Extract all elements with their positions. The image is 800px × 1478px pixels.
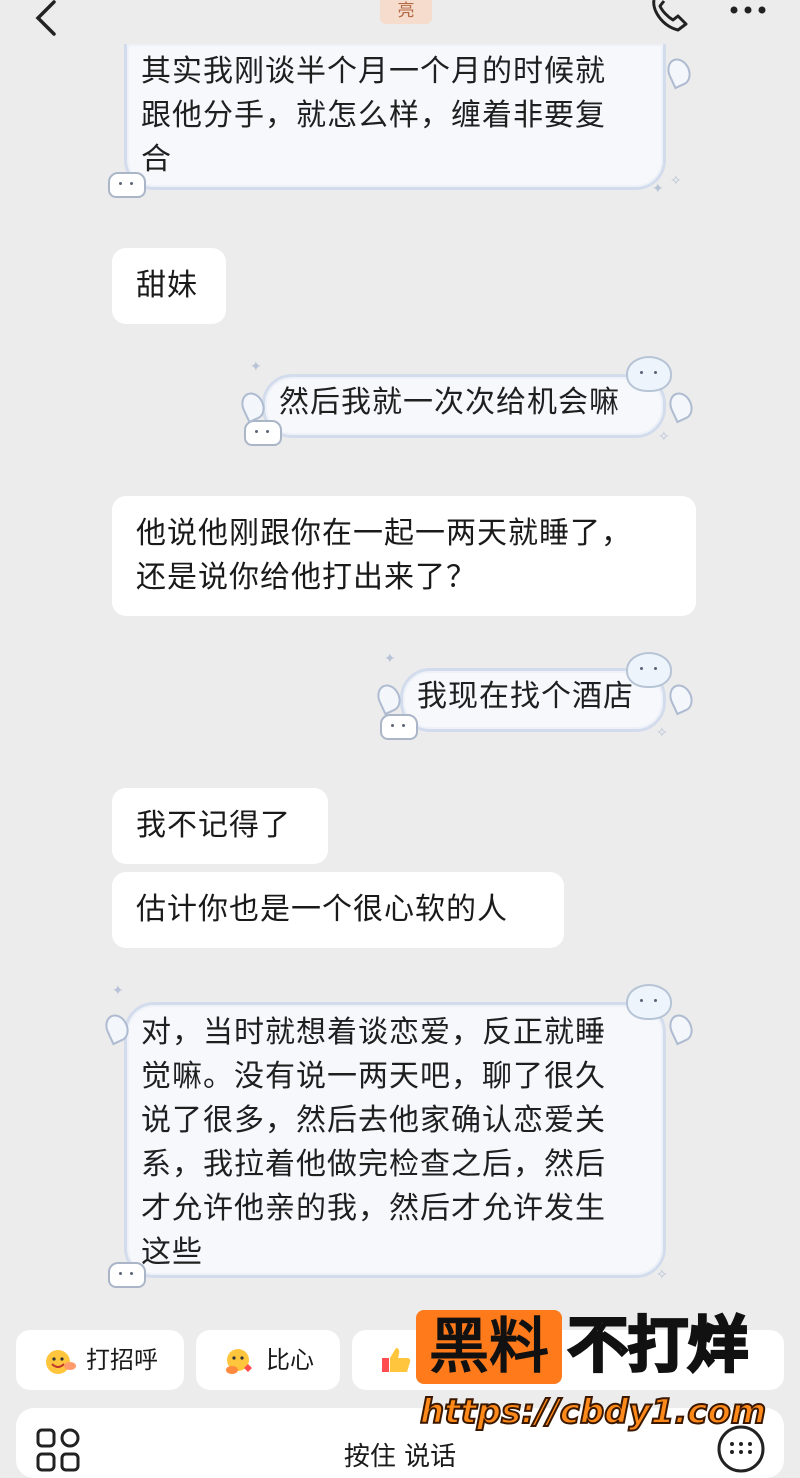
quick-reply-label: 比心 [266,1346,314,1374]
message-bubble-incoming: 甜妹 [112,248,226,324]
leaf-sticker-icon [665,1010,697,1046]
leaf-sticker-icon [665,388,697,424]
bunny-face-sticker-icon [626,356,672,392]
message-bubble-outgoing: 然后我就一次次给机会嘛 [262,374,666,438]
hold-to-talk-button[interactable]: 按住 说话 [16,1436,784,1473]
message-line: 估计你也是一个很心软的人 [136,892,508,927]
message-bubble-outgoing: 其实我刚谈半个月一个月的时候就 跟他分手，就怎么样，缠着非要复 合 [124,44,666,190]
sparkle-icon: ✧ [670,173,682,189]
message-line: 对，当时就想着谈恋爱，反正就睡 [141,1015,606,1050]
heart-hands-emoji-icon [226,1349,252,1374]
quick-reply-greet[interactable]: 打招呼 [16,1330,184,1390]
message-line: 合 [141,142,172,177]
message-line: 我不记得了 [136,808,291,843]
watermark-url: https://cbdy1.com [419,1391,767,1433]
chat-header: 亮 [0,0,800,48]
bunny-face-sticker-icon [626,984,672,1020]
message-line: 他说他刚跟你在一起一两天就睡了， [136,516,632,551]
bunny-sticker-icon [108,1262,146,1288]
contact-name: 亮 [380,0,432,24]
bunny-face-sticker-icon [626,652,672,688]
sparkle-icon: ✧ [656,1267,668,1283]
bunny-sticker-icon [244,420,282,446]
message-line: 甜妹 [136,268,198,303]
chevron-left-icon[interactable] [30,0,70,36]
message-bubble-incoming: 我不记得了 [112,788,328,864]
thumbs-up-emoji-icon [382,1348,411,1372]
sparkle-icon: ✦ [384,651,396,667]
leaf-sticker-icon [373,680,405,716]
message-line: 说了很多，然后去他家确认恋爱关 [141,1103,606,1138]
message-line: 然后我就一次次给机会嘛 [279,385,620,420]
message-bubble-incoming: 他说他刚跟你在一起一两天就睡了， 还是说你给他打出来了？ [112,496,696,616]
message-line: 其实我刚谈半个月一个月的时候就 [141,54,606,89]
message-bubble-outgoing: 对，当时就想着谈恋爱，反正就睡 觉嘛。没有说一两天吧，聊了很久 说了很多，然后去… [124,1002,666,1278]
quick-reply-label: 打招呼 [86,1346,158,1374]
sparkle-icon: ✦ [112,983,124,999]
watermark-text: 不打烊 [567,1310,750,1383]
leaf-sticker-icon [663,54,695,90]
watermark-logo-box: 黑料 [416,1310,562,1384]
message-bubble-incoming: 估计你也是一个很心软的人 [112,872,564,948]
message-line: 跟他分手，就怎么样，缠着非要复 [141,98,606,133]
sparkle-icon: ✧ [658,429,670,445]
bunny-sticker-icon [380,714,418,740]
quick-reply-heart[interactable]: 比心 [196,1330,340,1390]
message-line: 还是说你给他打出来了？ [136,560,477,595]
message-line: 觉嘛。没有说一两天吧，聊了很久 [141,1059,606,1094]
sparkle-icon: ✧ [656,725,668,741]
leaf-sticker-icon [665,680,697,716]
sparkle-icon: ✦ [250,359,262,375]
wave-emoji-icon [46,1350,76,1374]
message-line: 我现在找个酒店 [417,679,634,714]
message-bubble-outgoing: 我现在找个酒店 [400,668,666,732]
more-dots-icon[interactable] [728,0,772,24]
sparkle-icon: ✦ [652,181,664,197]
message-line: 系，我拉着他做完检查之后，然后 [141,1147,606,1182]
bunny-sticker-icon [108,172,146,198]
phone-icon[interactable] [648,0,692,32]
message-line: 这些 [141,1235,203,1270]
message-line: 才允许他亲的我，然后才允许发生 [141,1191,606,1226]
